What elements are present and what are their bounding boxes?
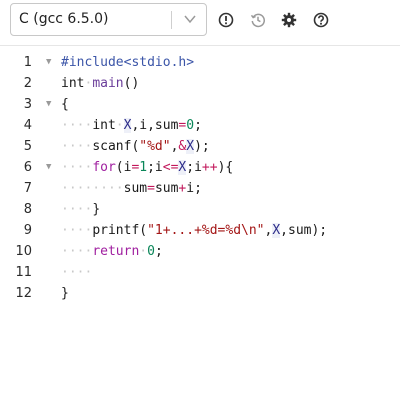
code-text: ····	[61, 265, 93, 280]
code-line: 9 ····printf("1+...+%d=%d\n",X,sum);	[0, 220, 400, 241]
code-text: ····}	[61, 202, 101, 217]
code-line: 6 ▼ ····for(i=1;i<=X;i++){	[0, 157, 400, 178]
line-number: 10	[15, 244, 32, 259]
code-text: ····scanf("%d",&X);	[61, 139, 210, 154]
line-number: 4	[23, 118, 32, 133]
code-text: ····for(i=1;i<=X;i++){	[61, 160, 234, 175]
code-text: ····return·0;	[61, 244, 163, 259]
fold-arrow-icon[interactable]: ▼	[46, 52, 51, 73]
chevron-down-icon[interactable]	[183, 12, 197, 26]
line-number: 3	[23, 97, 32, 112]
toolbar-divider	[0, 45, 400, 46]
code-text: ····int·X,i,sum=0;	[61, 118, 202, 133]
code-line: 12 }	[0, 283, 400, 304]
line-number: 1	[23, 55, 32, 70]
code-text: ····printf("1+...+%d=%d\n",X,sum);	[61, 223, 328, 238]
toolbar: C (gcc 6.5.0)	[0, 0, 400, 44]
line-number: 11	[15, 265, 32, 280]
code-editor[interactable]: 1 ▼ #include<stdio.h> 2 int·main() 3 ▼ {…	[0, 52, 400, 412]
line-number: 7	[23, 181, 32, 196]
code-line: 3 ▼ {	[0, 94, 400, 115]
code-line: 2 int·main()	[0, 73, 400, 94]
code-text: {	[61, 97, 69, 112]
line-number: 5	[23, 139, 32, 154]
line-number: 2	[23, 76, 32, 91]
code-text: }	[61, 286, 69, 301]
exclamation-icon[interactable]	[218, 12, 234, 28]
select-divider	[171, 11, 172, 29]
gear-icon[interactable]	[281, 12, 297, 28]
code-line: 4 ····int·X,i,sum=0;	[0, 115, 400, 136]
language-select-value: C (gcc 6.5.0)	[19, 11, 109, 27]
code-text: ········sum=sum+i;	[61, 181, 202, 196]
line-number: 8	[23, 202, 32, 217]
history-icon[interactable]	[250, 12, 266, 28]
code-line: 7 ········sum=sum+i;	[0, 178, 400, 199]
line-number: 6	[23, 160, 32, 175]
code-line: 8 ····}	[0, 199, 400, 220]
code-line: 11 ····	[0, 262, 400, 283]
code-text: #include<stdio.h>	[61, 55, 195, 70]
code-line: 1 ▼ #include<stdio.h>	[0, 52, 400, 73]
code-line: 5 ····scanf("%d",&X);	[0, 136, 400, 157]
fold-arrow-icon[interactable]: ▼	[46, 94, 51, 115]
help-icon[interactable]	[313, 12, 329, 28]
code-line: 10 ····return·0;	[0, 241, 400, 262]
fold-arrow-icon[interactable]: ▼	[46, 157, 51, 178]
line-number: 9	[23, 223, 32, 238]
language-select[interactable]: C (gcc 6.5.0)	[10, 3, 207, 36]
code-text: int·main()	[61, 76, 140, 91]
line-number: 12	[15, 286, 32, 301]
